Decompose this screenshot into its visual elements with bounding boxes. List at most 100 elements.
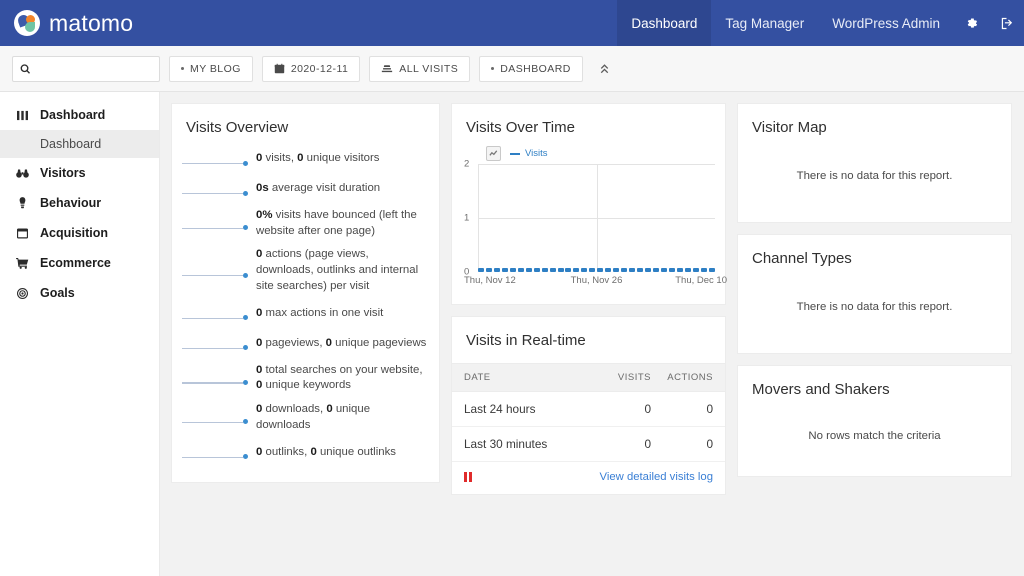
search-icon: [20, 63, 31, 75]
visits-overview-text: 0s average visit duration: [256, 181, 380, 197]
sparkline[interactable]: [182, 442, 248, 464]
search-box[interactable]: [12, 56, 160, 82]
topnav-item-wordpress-admin[interactable]: WordPress Admin: [818, 0, 954, 46]
x-tick-label: Thu, Nov 12: [464, 275, 516, 286]
visits-overview-rows: 0 visits, 0 unique visitors 0s average v…: [172, 142, 439, 482]
widget-visitor-map: Visitor Map There is no data for this re…: [737, 103, 1012, 223]
chart-type-icon[interactable]: [486, 146, 501, 161]
visits-overview-row[interactable]: 0% visits have bounced (left the website…: [182, 204, 427, 243]
cell-visits: 0: [589, 402, 651, 416]
cell-actions: 0: [651, 402, 713, 416]
visits-overview-text: 0 pageviews, 0 unique pageviews: [256, 336, 426, 352]
sidebar-item-goals[interactable]: Goals: [0, 278, 159, 308]
cursor-icon: [15, 197, 29, 209]
table-row[interactable]: Last 30 minutes 0 0: [452, 427, 725, 462]
widget-title: Movers and Shakers: [738, 366, 1011, 404]
sparkline[interactable]: [182, 367, 248, 389]
segment-selector-label: ALL VISITS: [399, 63, 458, 75]
widget-title: Visits Overview: [172, 104, 439, 142]
column-header-date[interactable]: DATE: [464, 372, 589, 383]
sidebar-item-label: Goals: [40, 286, 75, 300]
realtime-table-header: DATE VISITS ACTIONS: [452, 363, 725, 392]
topnav-item-dashboard[interactable]: Dashboard: [617, 0, 711, 46]
pause-icon[interactable]: [464, 472, 472, 482]
view-visits-log-link[interactable]: View detailed visits log: [600, 471, 713, 483]
sparkline[interactable]: [182, 178, 248, 200]
movers-shakers-empty-message: No rows match the criteria: [738, 404, 1011, 476]
visits-overview-text: 0 actions (page views, downloads, outlin…: [256, 247, 427, 294]
visits-overview-row[interactable]: 0 downloads, 0 unique downloads: [182, 398, 427, 437]
sidebar-item-visitors[interactable]: Visitors: [0, 158, 159, 188]
top-nav-items: Dashboard Tag Manager WordPress Admin: [617, 0, 1024, 46]
dashboard-grid: Visits Overview 0 visits, 0 unique visit…: [160, 92, 1024, 576]
widget-visits-overview: Visits Overview 0 visits, 0 unique visit…: [171, 103, 440, 483]
visits-overview-text: 0 outlinks, 0 unique outlinks: [256, 445, 396, 461]
segment-icon: [381, 63, 393, 74]
legend-label-text: Visits: [525, 148, 548, 159]
collapse-icon[interactable]: [592, 62, 617, 75]
sparkline[interactable]: [182, 333, 248, 355]
visits-overview-row[interactable]: 0 outlinks, 0 unique outlinks: [182, 438, 427, 468]
sparkline[interactable]: [182, 303, 248, 325]
site-selector-label: MY BLOG: [190, 63, 241, 75]
chart-legend: Visits: [462, 146, 715, 161]
table-row[interactable]: Last 24 hours 0 0: [452, 392, 725, 427]
visits-overview-text: 0 total searches on your website, 0 uniq…: [256, 363, 427, 394]
date-selector-button[interactable]: 2020-12-11: [262, 56, 360, 82]
dashboard-column-right: Visitor Map There is no data for this re…: [737, 103, 1012, 477]
cell-visits: 0: [589, 437, 651, 451]
column-header-visits[interactable]: VISITS: [589, 372, 651, 383]
sidebar-item-dashboard[interactable]: Dashboard: [0, 100, 159, 130]
segment-selector-button[interactable]: ALL VISITS: [369, 56, 470, 82]
cart-icon: [15, 258, 29, 269]
visits-over-time-chart: Visits 2 1 0: [452, 142, 725, 304]
column-header-actions[interactable]: ACTIONS: [651, 372, 713, 383]
matomo-logo-icon: [14, 10, 40, 36]
chart-plot-area[interactable]: 2 1 0: [478, 164, 715, 272]
topnav-item-tag-manager[interactable]: Tag Manager: [711, 0, 818, 46]
visits-overview-text: 0 downloads, 0 unique downloads: [256, 402, 427, 433]
search-input[interactable]: [36, 62, 152, 76]
bullet-icon: [491, 67, 494, 70]
visits-overview-row[interactable]: 0 total searches on your website, 0 uniq…: [182, 359, 427, 398]
visits-overview-row[interactable]: 0 max actions in one visit: [182, 299, 427, 329]
visitor-map-empty-message: There is no data for this report.: [738, 142, 1011, 222]
visits-overview-row[interactable]: 0s average visit duration: [182, 174, 427, 204]
cell-actions: 0: [651, 437, 713, 451]
sidebar-navigation: Dashboard Dashboard Visitors Behaviour A…: [0, 92, 160, 576]
widget-title: Channel Types: [738, 235, 1011, 273]
x-tick-label: Thu, Dec 10: [675, 275, 727, 286]
sidebar-subitem-dashboard[interactable]: Dashboard: [0, 130, 159, 158]
visits-overview-row[interactable]: 0 actions (page views, downloads, outlin…: [182, 243, 427, 298]
matomo-logo[interactable]: matomo: [0, 0, 133, 46]
dashboard-selector-button[interactable]: DASHBOARD: [479, 56, 583, 82]
visits-overview-row[interactable]: 0 pageviews, 0 unique pageviews: [182, 329, 427, 359]
sparkline[interactable]: [182, 213, 248, 235]
bullet-icon: [181, 67, 184, 70]
report-toolbar: MY BLOG 2020-12-11 ALL VISITS DASHBOARD: [0, 46, 1024, 92]
dashboard-selector-label: DASHBOARD: [500, 63, 571, 75]
site-selector-button[interactable]: MY BLOG: [169, 56, 253, 82]
dashboard-column-left: Visits Overview 0 visits, 0 unique visit…: [171, 103, 440, 483]
gear-icon[interactable]: [954, 0, 989, 46]
sidebar-item-label: Ecommerce: [40, 256, 111, 270]
sidebar-item-label: Acquisition: [40, 226, 108, 240]
sparkline[interactable]: [182, 407, 248, 429]
sidebar-item-acquisition[interactable]: Acquisition: [0, 218, 159, 248]
sidebar-item-label: Visitors: [40, 166, 86, 180]
realtime-table-footer: View detailed visits log: [452, 462, 725, 494]
y-tick-label: 1: [464, 213, 469, 224]
sparkline[interactable]: [182, 148, 248, 170]
logout-icon[interactable]: [989, 0, 1024, 46]
legend-item-visits[interactable]: Visits: [510, 148, 548, 159]
chart-x-axis: Thu, Nov 12 Thu, Nov 26 Thu, Dec 10: [478, 272, 715, 288]
sidebar-item-behaviour[interactable]: Behaviour: [0, 188, 159, 218]
box-icon: [15, 228, 29, 239]
widget-visits-over-time: Visits Over Time Visits: [451, 103, 726, 305]
widget-title: Visits Over Time: [452, 104, 725, 142]
visits-overview-row[interactable]: 0 visits, 0 unique visitors: [182, 144, 427, 174]
sidebar-item-label: Behaviour: [40, 196, 101, 210]
grid-icon: [15, 110, 29, 121]
sparkline[interactable]: [182, 260, 248, 282]
sidebar-item-ecommerce[interactable]: Ecommerce: [0, 248, 159, 278]
